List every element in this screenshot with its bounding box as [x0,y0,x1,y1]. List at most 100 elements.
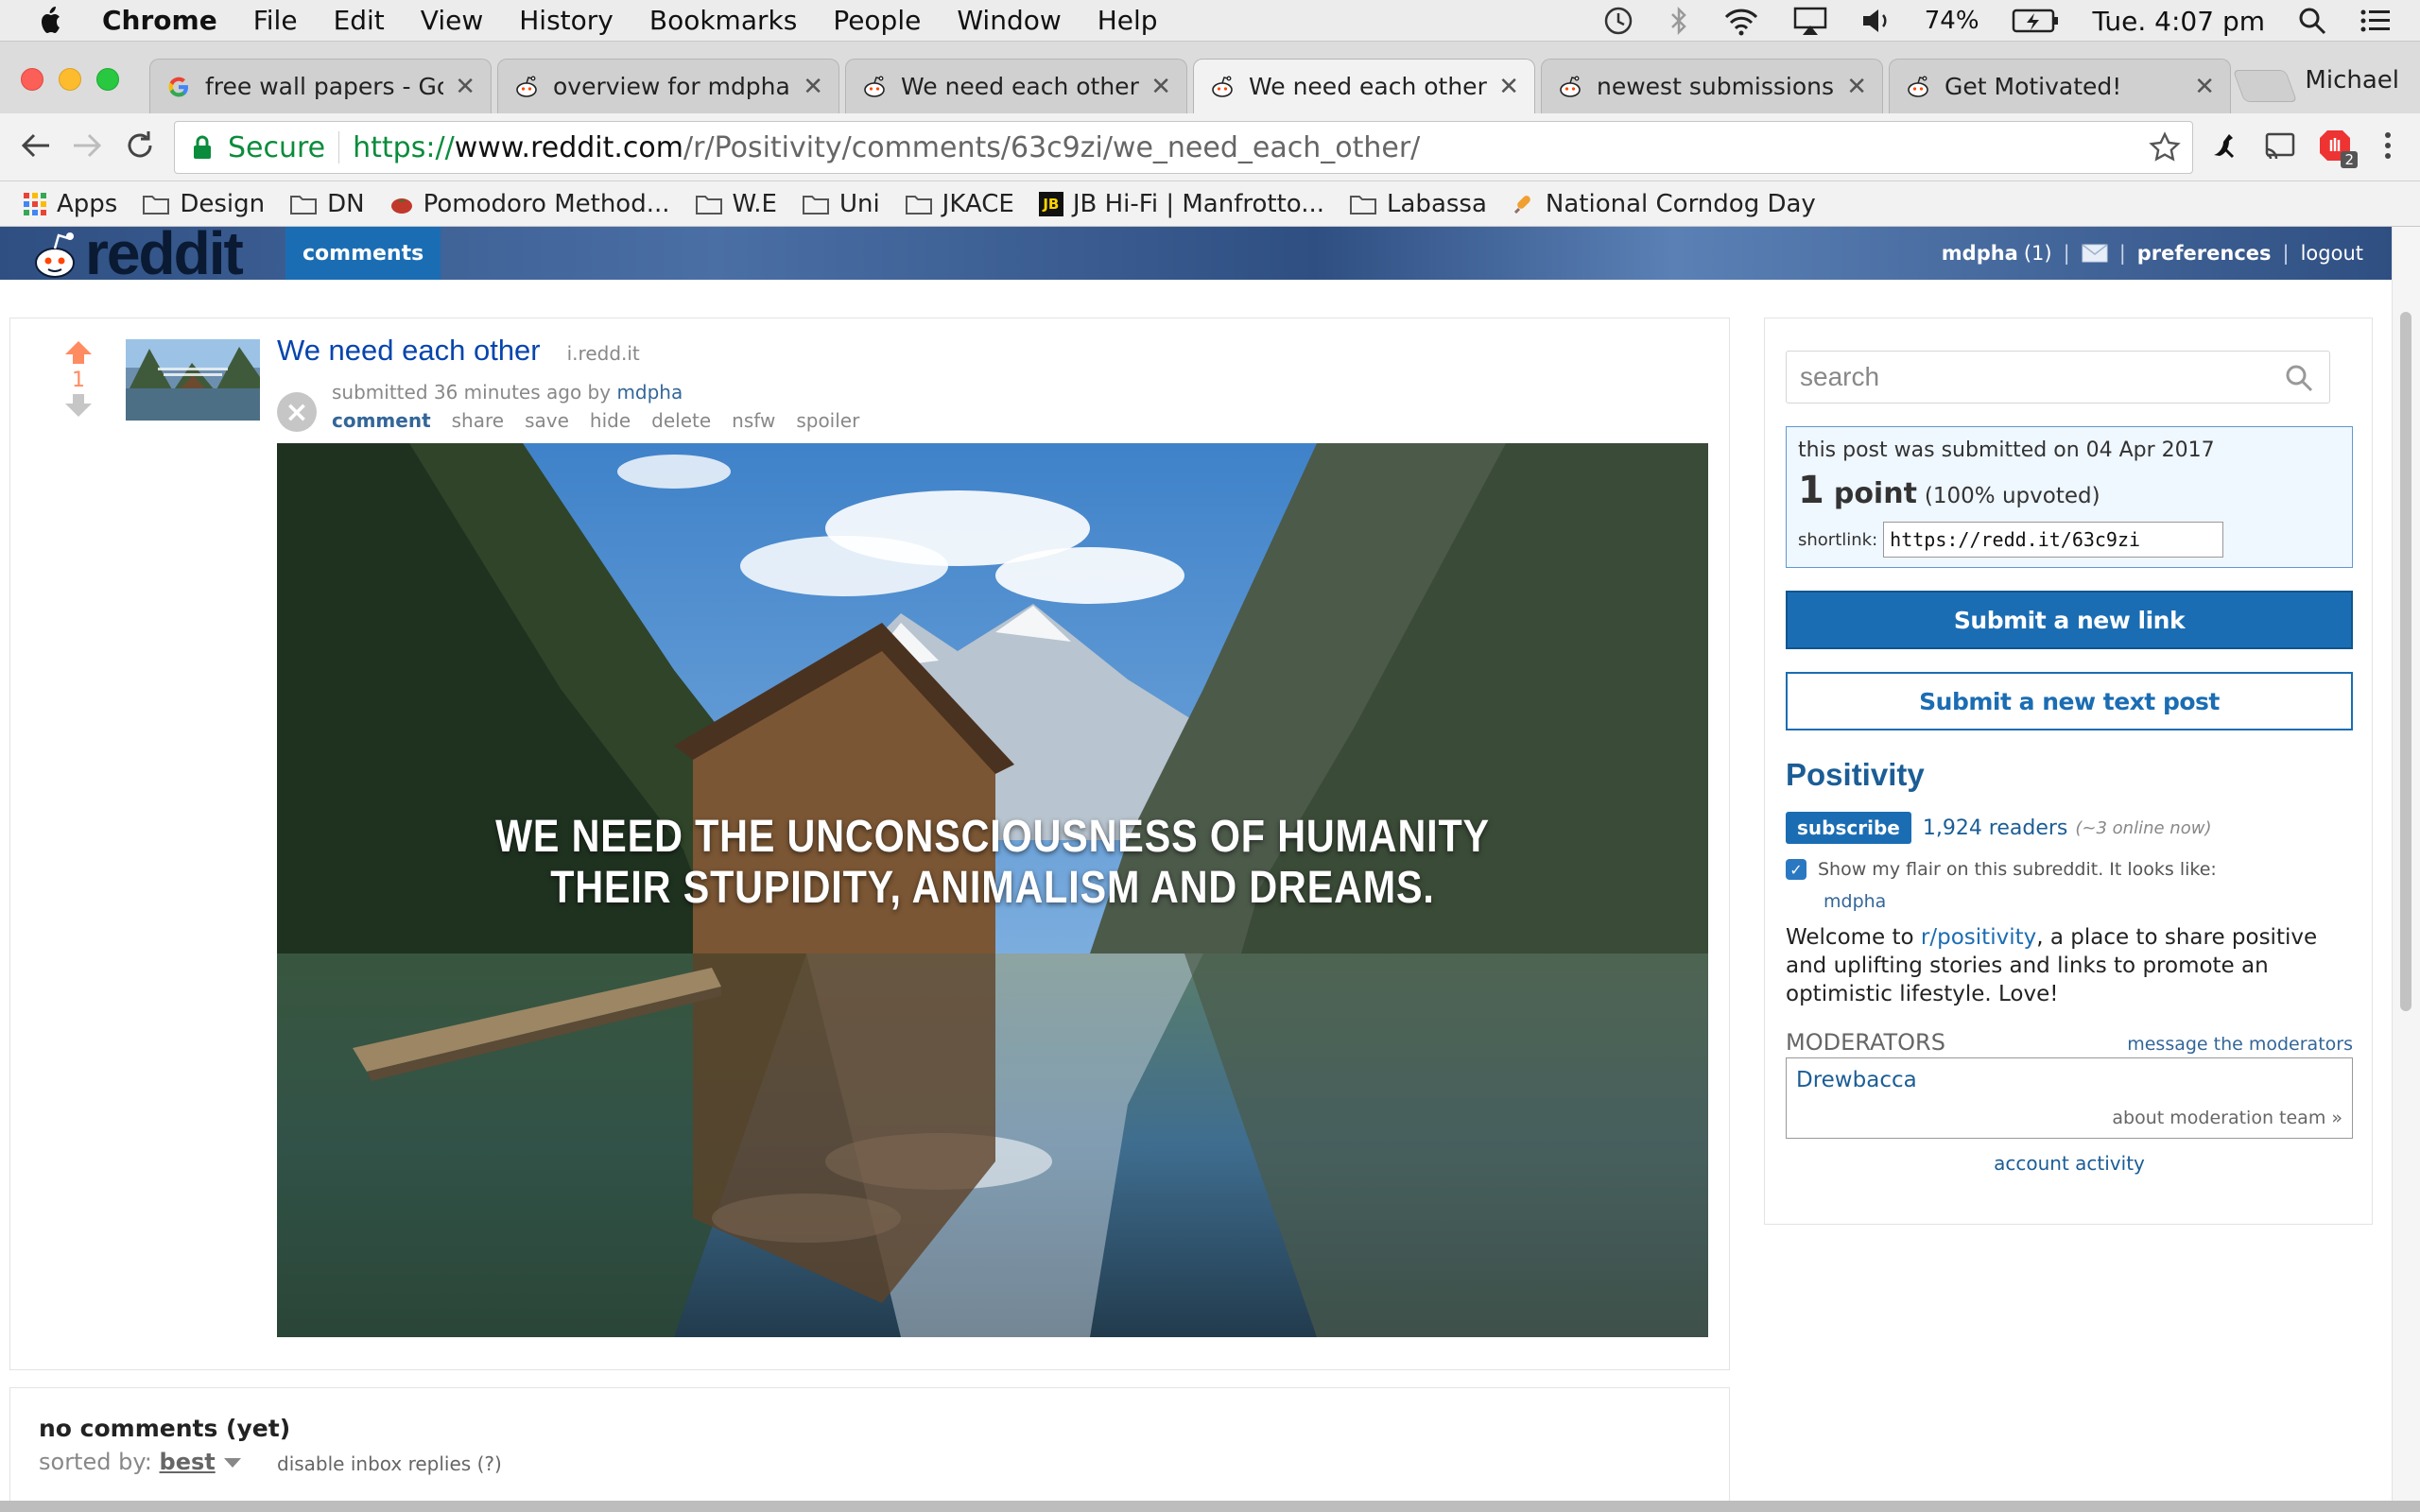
online-count: (~3 online now) [2075,817,2212,838]
tab-overview-for-mdpha[interactable]: overview for mdpha ✕ [497,59,839,113]
wifi-icon[interactable] [1722,6,1760,36]
shortlink-field[interactable] [1883,522,2224,558]
folder-icon [143,195,170,215]
bookmark-uni[interactable]: Uni [802,190,880,218]
preferences-link[interactable]: preferences [2137,242,2272,265]
submit-new-text-post-button[interactable]: Submit a new text post [1786,672,2353,730]
hide-button[interactable]: hide [590,409,631,432]
airplay-icon[interactable] [1792,6,1828,36]
account-activity-link[interactable]: account activity [1765,1152,2374,1175]
tab-we-need-each-other-active[interactable]: We need each other : F ✕ [1193,59,1535,113]
submit-new-link-button[interactable]: Submit a new link [1786,591,2353,649]
author-link[interactable]: mdpha [616,381,683,404]
menu-app-name[interactable]: Chrome [102,5,217,36]
username-link[interactable]: mdpha [1942,242,2018,265]
tab-free-wall-papers[interactable]: free wall papers - Goo ✕ [149,59,492,113]
menubar-clock[interactable]: Tue. 4:07 pm [2093,6,2265,37]
show-flair-checkbox[interactable]: ✓ [1786,859,1806,880]
bluetooth-icon[interactable] [1668,4,1690,38]
post-title-link[interactable]: We need each other [277,334,541,368]
chevron-down-icon[interactable] [222,1456,243,1469]
bookmark-jkace[interactable]: JKACE [905,190,1014,218]
battery-charging-icon[interactable] [2012,8,2061,34]
tab-newest-submissions[interactable]: newest submissions : n ✕ [1541,59,1883,113]
volume-icon[interactable] [1860,6,1893,36]
cast-icon[interactable] [2261,127,2299,164]
address-bar[interactable]: Secure https://www.reddit.com/r/Positivi… [174,121,2193,174]
share-button[interactable]: share [452,409,504,432]
tab-close-icon[interactable]: ✕ [2194,73,2215,101]
bookmark-jb-hifi[interactable]: JB JB Hi-Fi | Manfrotto... [1038,190,1324,218]
bookmark-design[interactable]: Design [142,190,265,218]
window-close-button[interactable] [21,68,43,91]
extension-adblock-icon[interactable]: 2 [2316,127,2358,168]
bookmark-we[interactable]: W.E [695,190,777,218]
tab-close-icon[interactable]: ✕ [1846,73,1867,101]
tab-close-icon[interactable]: ✕ [1498,73,1519,101]
page-scrollbar[interactable] [2392,227,2420,1512]
tab-close-icon[interactable]: ✕ [455,73,475,101]
downvote-arrow-icon[interactable] [62,392,95,419]
save-button[interactable]: save [525,409,569,432]
new-tab-button[interactable] [2232,70,2298,102]
image-caption-line-2: THEIR STUPIDITY, ANIMALISM AND DREAMS. [550,863,1435,913]
post-thumbnail[interactable] [126,339,260,421]
bookmark-labassa[interactable]: Labassa [1349,190,1487,218]
upvote-arrow-icon[interactable] [62,339,95,366]
bookmark-apps[interactable]: Apps [23,190,117,218]
mail-icon[interactable] [2082,244,2108,263]
delete-button[interactable]: delete [651,409,711,432]
menu-edit[interactable]: Edit [334,5,385,36]
post-image-preview[interactable]: WE NEED THE UNCONSCIOUSNESS OF HUMANITY … [277,443,1708,1337]
back-icon[interactable] [17,127,55,164]
sort-dropdown[interactable]: best [160,1449,216,1475]
subscribe-button[interactable]: subscribe [1786,812,1911,844]
comment-button[interactable]: comment [332,409,431,432]
menu-help[interactable]: Help [1098,5,1158,36]
bookmark-national-corndog-day[interactable]: National Corndog Day [1512,190,1816,218]
search-icon[interactable] [2284,363,2314,393]
time-machine-icon[interactable] [1601,4,1635,38]
post-domain[interactable]: i.redd.it [567,342,640,365]
comments-area: no comments (yet) sorted by: best disabl… [9,1387,1730,1512]
reload-icon[interactable] [121,127,159,164]
spoiler-button[interactable]: spoiler [796,409,859,432]
disable-inbox-replies-link[interactable]: disable inbox replies (?) [277,1452,502,1475]
apple-icon[interactable] [38,6,64,36]
bookmark-dn[interactable]: DN [289,190,365,218]
reddit-logo[interactable]: reddit [30,221,244,284]
nsfw-button[interactable]: nsfw [732,409,775,432]
menu-view[interactable]: View [421,5,483,36]
spotlight-search-icon[interactable] [2297,6,2327,36]
tab-we-need-each-other-1[interactable]: We need each other : F ✕ [845,59,1187,113]
omnibox-divider [338,131,340,163]
forward-icon[interactable] [68,127,106,164]
menu-file[interactable]: File [253,5,298,36]
menu-bookmarks[interactable]: Bookmarks [649,5,797,36]
bookmark-pomodoro[interactable]: Pomodoro Method... [389,190,670,218]
search-input[interactable]: search [1786,351,2330,404]
notification-center-icon[interactable] [2360,8,2392,34]
scrollbar-thumb[interactable] [2400,312,2411,1011]
about-moderation-team-link[interactable]: about moderation team » [2112,1108,2342,1128]
subreddit-title[interactable]: Positivity [1786,757,1925,793]
menu-window[interactable]: Window [957,5,1061,36]
logout-link[interactable]: logout [2301,242,2363,265]
tab-close-icon[interactable]: ✕ [803,73,823,101]
tab-get-motivated[interactable]: Get Motivated! ✕ [1889,59,2231,113]
tab-comments[interactable]: comments [285,227,441,280]
moderator-link[interactable]: Drewbacca [1796,1068,1917,1092]
profile-name[interactable]: Michael [2305,66,2399,94]
menu-history[interactable]: History [519,5,614,36]
extension-bird-icon[interactable] [2206,127,2244,164]
window-zoom-button[interactable] [96,68,119,91]
bookmark-star-icon[interactable] [2149,131,2181,163]
tab-close-icon[interactable]: ✕ [1150,73,1171,101]
menu-people[interactable]: People [833,5,921,36]
bookmark-label: Design [180,189,266,218]
window-minimize-button[interactable] [59,68,81,91]
message-moderators-link[interactable]: message the moderators [2127,1034,2353,1055]
remove-thumbnail-icon[interactable]: × [277,392,317,432]
subreddit-link[interactable]: r/positivity [1921,925,2036,950]
chrome-menu-icon[interactable] [2369,127,2407,164]
